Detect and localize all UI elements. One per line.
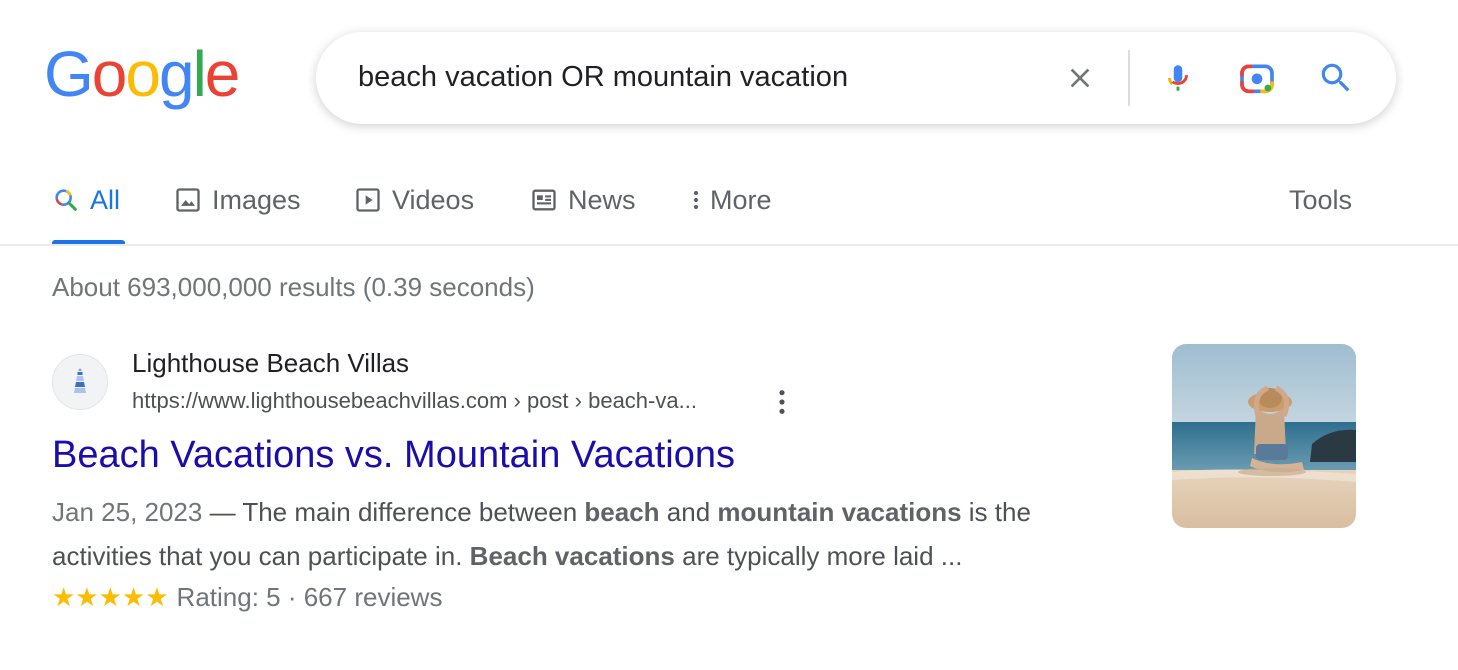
lens-search-button[interactable] [1235, 56, 1279, 100]
tab-videos-label: Videos [392, 184, 475, 215]
rating-stars: ★★★★★ [52, 582, 169, 613]
result-site-name[interactable]: Lighthouse Beach Villas [132, 348, 409, 379]
result-snippet: Jan 25, 2023 — The main difference betwe… [52, 490, 1132, 578]
site-favicon[interactable] [52, 354, 108, 410]
snippet-part: are typically more laid ... [674, 541, 963, 571]
tools-button[interactable]: Tools [1289, 174, 1352, 226]
logo-letter: g [158, 38, 195, 110]
snippet-part: The main difference between [242, 497, 585, 527]
result-stats: About 693,000,000 results (0.39 seconds) [52, 272, 535, 302]
tab-more-label: More [710, 184, 772, 215]
search-icon [52, 186, 80, 214]
camera-lens-icon [1240, 64, 1274, 94]
tab-more[interactable]: More [688, 174, 772, 226]
result-rating: ★★★★★ Rating: 5 · 667 reviews [52, 582, 442, 613]
result-title-link[interactable]: Beach Vacations vs. Mountain Vacations [52, 434, 735, 477]
google-logo[interactable]: Google [44, 38, 241, 110]
close-icon [1070, 68, 1090, 88]
voice-search-button[interactable] [1156, 56, 1200, 100]
play-icon [354, 186, 382, 214]
snippet-highlight: Beach vacations [469, 541, 675, 571]
tab-all[interactable]: All [52, 174, 120, 226]
result-url[interactable]: https://www.lighthousebeachvillas.com › … [132, 388, 697, 414]
snippet-highlight: mountain vacations [717, 497, 962, 527]
search-icon [1321, 63, 1350, 92]
lighthouse-icon [74, 368, 86, 393]
result-options-button[interactable] [766, 386, 798, 418]
rating-text: Rating: 5 · 667 reviews [176, 582, 443, 612]
tab-news-label: News [568, 184, 636, 215]
result-thumbnail[interactable] [1172, 344, 1356, 528]
google-logo-text: Google [44, 38, 241, 110]
snippet-highlight: beach [584, 497, 660, 527]
search-box-divider [1128, 50, 1130, 106]
more-vert-icon [688, 186, 704, 214]
search-tabs: All Images Videos News More Tools [52, 174, 1362, 246]
logo-letter: o [91, 38, 128, 110]
tab-images-label: Images [212, 184, 301, 215]
tab-all-label: All [90, 184, 121, 215]
logo-letter: l [192, 38, 207, 110]
logo-letter: o [125, 38, 161, 110]
tab-news[interactable]: News [530, 174, 636, 226]
search-box [316, 32, 1396, 124]
image-icon [174, 186, 202, 214]
search-input[interactable] [358, 54, 1018, 100]
more-vert-icon [779, 390, 785, 414]
logo-letter: e [204, 38, 241, 110]
result-date: Jan 25, 2023 [52, 497, 203, 527]
snippet-part: and [659, 497, 718, 527]
logo-letter: G [44, 38, 94, 110]
search-submit-button[interactable] [1314, 56, 1358, 100]
tab-images[interactable]: Images [174, 174, 301, 226]
snippet-separator: — [202, 497, 243, 527]
tab-videos[interactable]: Videos [354, 174, 474, 226]
microphone-icon [1168, 65, 1188, 91]
news-icon [530, 186, 558, 214]
clear-search-button[interactable] [1058, 56, 1102, 100]
tools-label: Tools [1289, 184, 1353, 215]
tabs-divider [0, 244, 1458, 246]
beach-photo-image [1172, 344, 1356, 528]
